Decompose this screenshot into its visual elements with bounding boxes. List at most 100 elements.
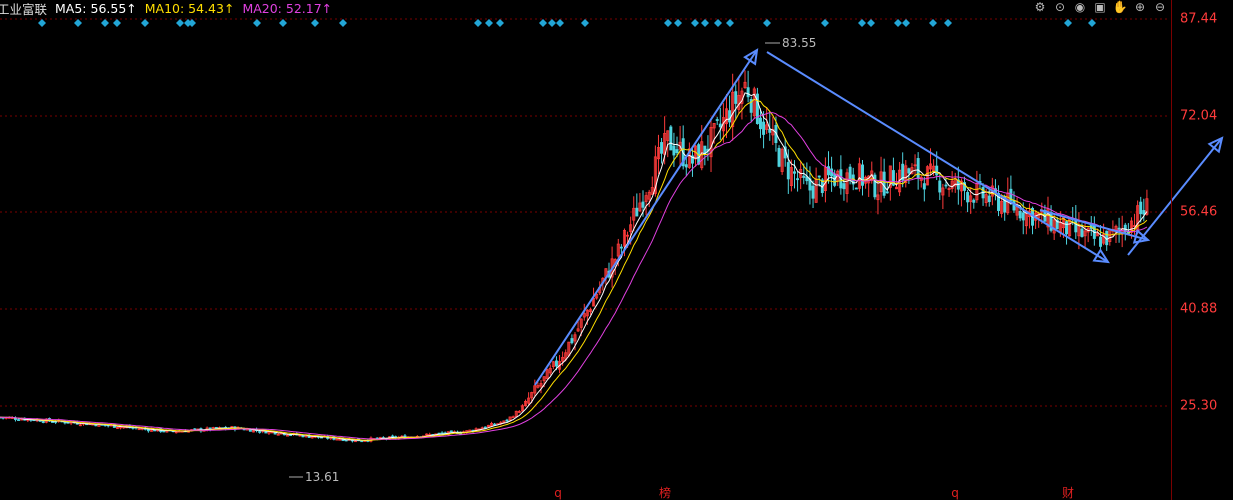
event-marker-icon — [176, 19, 184, 27]
y-tick-label: 87.44 — [1180, 11, 1218, 27]
candle-body — [41, 421, 45, 423]
ma20-line — [0, 112, 1148, 440]
event-marker-icon — [714, 19, 722, 27]
chart-toolbar: ⚙ ⊙ ◉ ▣ ✋ ⊕ ⊖ — [1033, 0, 1167, 16]
arrow-head — [1092, 248, 1110, 264]
event-marker-icon — [581, 19, 589, 27]
low-price-label: 13.61 — [305, 470, 339, 484]
hand-icon[interactable]: ✋ — [1113, 0, 1128, 14]
candle-body — [258, 431, 262, 433]
candle-body — [1117, 227, 1121, 230]
candle-body — [938, 180, 942, 193]
trend-arrow — [534, 49, 758, 386]
ma20-value: MA20: 52.17↑ — [242, 0, 333, 16]
event-marker-icon — [548, 19, 556, 27]
candle-body — [972, 199, 976, 203]
candle-body — [793, 171, 796, 174]
chart-header: 工业富联 MA5: 56.55↑ MA10: 54.43↑ MA20: 52.1… — [0, 0, 340, 17]
candle-body — [1080, 228, 1084, 238]
candle-body — [1065, 221, 1069, 235]
candle-body — [734, 91, 738, 104]
y-tick-label: 40.88 — [1180, 301, 1218, 317]
candle-body — [493, 423, 497, 426]
candle-body — [966, 192, 970, 203]
event-marker-icon — [701, 19, 709, 27]
candle-body — [987, 195, 991, 203]
candle-body — [1142, 210, 1146, 215]
event-marker-icon — [858, 19, 866, 27]
event-marker-icon — [929, 19, 937, 27]
candle-body — [935, 165, 939, 176]
candle-body — [811, 185, 815, 199]
basket-icon[interactable]: ▣ — [1093, 0, 1107, 14]
event-marker-icon — [113, 19, 121, 27]
candle-body — [554, 360, 558, 367]
event-marker-icon — [726, 19, 734, 27]
event-marker-icon — [74, 19, 82, 27]
candle-body — [907, 168, 911, 174]
candle-body — [873, 174, 877, 198]
candle-body — [684, 164, 688, 168]
event-marker-icon — [101, 19, 109, 27]
candle-body — [17, 419, 21, 421]
candle-body — [641, 201, 645, 208]
y-tick-label: 56.46 — [1180, 204, 1218, 220]
candle-body — [675, 149, 679, 154]
y-tick-label: 72.04 — [1180, 108, 1218, 124]
candle-body — [882, 171, 886, 196]
event-marker-icon — [944, 19, 952, 27]
event-label: q — [951, 486, 959, 500]
event-marker-icon — [664, 19, 672, 27]
event-marker-icon — [474, 19, 482, 27]
crosshair-icon[interactable]: ⊙ — [1053, 0, 1067, 14]
candle-body — [669, 126, 673, 151]
candle-body — [1018, 211, 1022, 219]
ma10-line — [0, 98, 1148, 441]
event-marker-icon — [674, 19, 682, 27]
candle-body — [854, 187, 858, 190]
candle-body — [672, 145, 676, 156]
candle-body — [635, 207, 639, 217]
event-marker-icon — [1064, 19, 1072, 27]
candle-body — [786, 162, 790, 180]
zoom-in-icon[interactable]: ⊕ — [1133, 0, 1147, 14]
candle-body — [916, 158, 920, 179]
high-price-label: 83.55 — [782, 36, 816, 50]
candle-body — [1139, 201, 1143, 215]
candle-body — [718, 123, 722, 128]
candle-body — [162, 430, 166, 433]
arrow-head — [743, 48, 759, 66]
settings-icon[interactable]: ⚙ — [1033, 0, 1047, 14]
event-marker-icon — [311, 19, 319, 27]
event-marker-icon — [279, 19, 287, 27]
candle-body — [660, 142, 664, 154]
candle-body — [861, 164, 864, 186]
candle-body — [1021, 212, 1025, 221]
eye-icon[interactable]: ◉ — [1073, 0, 1087, 14]
candle-body — [728, 110, 732, 123]
price-axis — [1171, 0, 1233, 500]
zoom-out-icon[interactable]: ⊖ — [1153, 0, 1167, 14]
price-chart[interactable]: 83.55 13.61 q 榜 q 财 — [0, 0, 1233, 500]
event-marker-icon — [894, 19, 902, 27]
event-marker-icon — [485, 19, 493, 27]
event-marker-icon — [556, 19, 564, 27]
trend-arrow — [766, 51, 1109, 263]
candle-body — [483, 426, 487, 429]
event-marker-icon — [902, 19, 910, 27]
candle-body — [619, 246, 623, 249]
event-marker-icon — [1088, 19, 1096, 27]
candle-body — [848, 166, 852, 181]
ma10-value: MA10: 54.43↑ — [144, 0, 235, 16]
candle-body — [51, 421, 55, 423]
event-label: 财 — [1062, 486, 1074, 500]
candle-body — [570, 338, 574, 344]
candle-body — [817, 175, 821, 178]
y-tick-label: 25.30 — [1180, 398, 1218, 414]
event-marker-icon — [821, 19, 829, 27]
event-marker-icon — [253, 19, 261, 27]
event-marker-icon — [141, 19, 149, 27]
candle-body — [449, 430, 453, 433]
candle-body — [842, 183, 846, 190]
event-marker-icon — [496, 19, 504, 27]
